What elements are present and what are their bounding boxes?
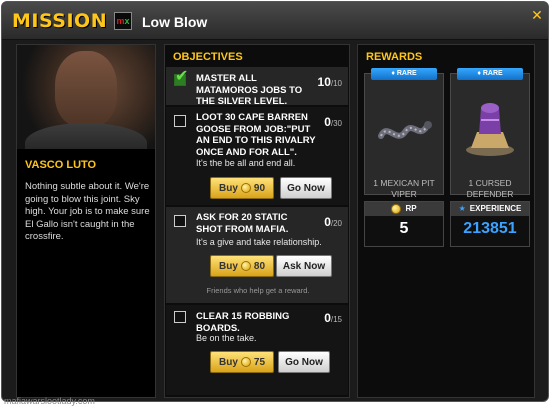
objective-text: LOOT 30 CAPE BARREN GOOSE FROM JOB:"PUT … xyxy=(196,112,316,158)
objective-flavor: It's a give and take relationship. xyxy=(196,237,322,247)
mx-badge-icon: mx xyxy=(114,12,132,30)
character-panel: VASCO LUTO Nothing subtle about it. We'r… xyxy=(16,44,156,398)
experience-header: ★ EXPERIENCE xyxy=(451,202,529,216)
objective-text: MASTER ALL MATAMOROS JOBS TO THE SILVER … xyxy=(196,73,303,107)
objective-row-4: CLEAR 15 ROBBING BOARDS. 0/15 Be on the … xyxy=(166,305,348,395)
objective-count: 0/15 xyxy=(324,311,342,325)
job-title: Low Blow xyxy=(142,14,208,30)
mission-label: MISSION : xyxy=(12,10,123,32)
rp-header: RP xyxy=(365,202,443,216)
buy-button[interactable]: Buy 75 xyxy=(210,351,274,373)
buy-button[interactable]: Buy 80 xyxy=(210,255,274,277)
objective-row-2: LOOT 30 CAPE BARREN GOOSE FROM JOB:"PUT … xyxy=(166,107,348,205)
star-icon: ★ xyxy=(458,204,466,213)
friends-note: Friends who help get a reward. xyxy=(206,286,310,295)
rarity-badge: ♦ RARE xyxy=(371,68,437,80)
objectives-title: OBJECTIVES xyxy=(173,51,243,63)
coin-icon xyxy=(240,357,251,367)
rewards-panel: REWARDS ♦ RARE 1 MEXICAN PIT VIPER ♦ RAR… xyxy=(357,44,535,398)
experience-box: ★ EXPERIENCE 213851 xyxy=(450,201,530,247)
reward-name: 1 MEXICAN PIT VIPER xyxy=(373,178,435,199)
objective-count: 0/30 xyxy=(324,115,342,129)
objective-count: 0/20 xyxy=(324,215,342,229)
character-name: VASCO LUTO xyxy=(25,159,97,171)
objective-text: CLEAR 15 ROBBING BOARDS. xyxy=(196,311,290,334)
objective-checkbox xyxy=(174,311,186,323)
objective-flavor: It's the be all and end all. xyxy=(196,158,296,168)
coin-icon xyxy=(240,261,251,271)
buy-button[interactable]: Buy 90 xyxy=(210,177,274,199)
objective-row-3: ASK FOR 20 STATIC SHOT FROM MAFIA. 0/20 … xyxy=(166,207,348,303)
objective-row-1: ✔ MASTER ALL MATAMOROS JOBS TO THE SILVE… xyxy=(166,67,348,107)
armor-icon xyxy=(466,103,514,156)
objective-flavor: Be on the take. xyxy=(196,333,257,343)
rarity-badge: ♦ RARE xyxy=(457,68,523,80)
watermark: mafiawarslootlady.com xyxy=(4,396,95,406)
objective-checkbox xyxy=(174,115,186,127)
objective-checkbox xyxy=(174,215,186,227)
objectives-panel: OBJECTIVES ✔ MASTER ALL MATAMOROS JOBS T… xyxy=(164,44,350,398)
dialog-header: MISSION : mx Low Blow ✕ xyxy=(2,2,548,40)
checkmark-icon: ✔ xyxy=(175,68,189,85)
objective-text: ASK FOR 20 STATIC SHOT FROM MAFIA. xyxy=(196,212,289,235)
coin-icon xyxy=(240,183,251,193)
mission-dialog: MISSION : mx Low Blow ✕ VASCO LUTO Nothi… xyxy=(1,1,549,402)
rewards-title: REWARDS xyxy=(366,51,423,63)
close-icon[interactable]: ✕ xyxy=(530,8,544,22)
rp-box: RP 5 xyxy=(364,201,444,247)
reward-card[interactable]: ♦ RARE 1 MEXICAN PIT VIPER xyxy=(364,68,444,199)
character-description: Nothing subtle about it. We're going to … xyxy=(25,181,150,242)
coin-icon xyxy=(391,204,402,214)
reward-name: 1 CURSED DEFENDER xyxy=(466,178,514,199)
go-now-button[interactable]: Go Now xyxy=(280,177,332,199)
character-portrait xyxy=(17,45,155,149)
ask-now-button[interactable]: Ask Now xyxy=(276,255,332,277)
objective-count: 10/10 xyxy=(317,75,342,89)
go-now-button[interactable]: Go Now xyxy=(278,351,330,373)
experience-value: 213851 xyxy=(463,220,517,237)
reward-card[interactable]: ♦ RARE 1 CURSED DEFENDER xyxy=(450,68,530,199)
snake-icon xyxy=(378,121,432,139)
rp-value: 5 xyxy=(399,220,409,237)
